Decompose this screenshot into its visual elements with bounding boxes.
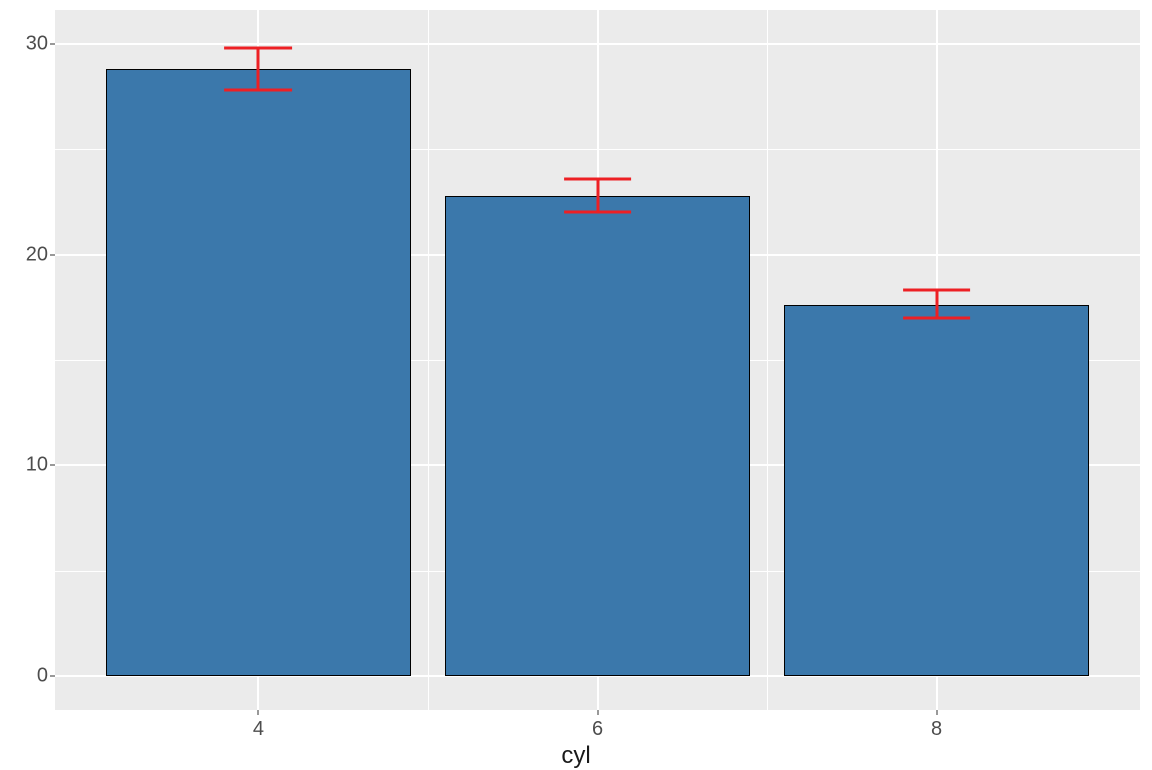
errorbar-stem bbox=[935, 290, 938, 317]
errorbar-stem bbox=[596, 179, 599, 213]
errorbar-cap bbox=[903, 316, 971, 319]
y-tick-mark bbox=[50, 465, 55, 466]
y-tick-mark bbox=[50, 676, 55, 677]
errorbar-cap bbox=[903, 289, 971, 292]
chart-container: 0 10 20 30 4 6 8 cyl bbox=[0, 0, 1152, 768]
errorbar-cap bbox=[225, 89, 293, 92]
y-tick-label: 0 bbox=[0, 665, 48, 688]
x-tick-mark bbox=[258, 710, 259, 715]
errorbar-cap bbox=[564, 211, 632, 214]
x-tick-mark bbox=[597, 710, 598, 715]
y-tick-mark bbox=[50, 254, 55, 255]
errorbar-stem bbox=[257, 48, 260, 90]
y-tick-label: 30 bbox=[0, 32, 48, 55]
y-tick-mark bbox=[50, 43, 55, 44]
x-axis-title: cyl bbox=[0, 742, 1152, 770]
y-tick-label: 10 bbox=[0, 454, 48, 477]
errorbar-cap bbox=[564, 177, 632, 180]
plot-panel bbox=[55, 10, 1140, 710]
x-tick-label: 6 bbox=[592, 718, 603, 741]
errorbars-layer bbox=[55, 10, 1140, 710]
x-tick-label: 8 bbox=[931, 718, 942, 741]
x-tick-label: 4 bbox=[253, 718, 264, 741]
x-tick-mark bbox=[936, 710, 937, 715]
errorbar-cap bbox=[225, 46, 293, 49]
y-tick-label: 20 bbox=[0, 243, 48, 266]
